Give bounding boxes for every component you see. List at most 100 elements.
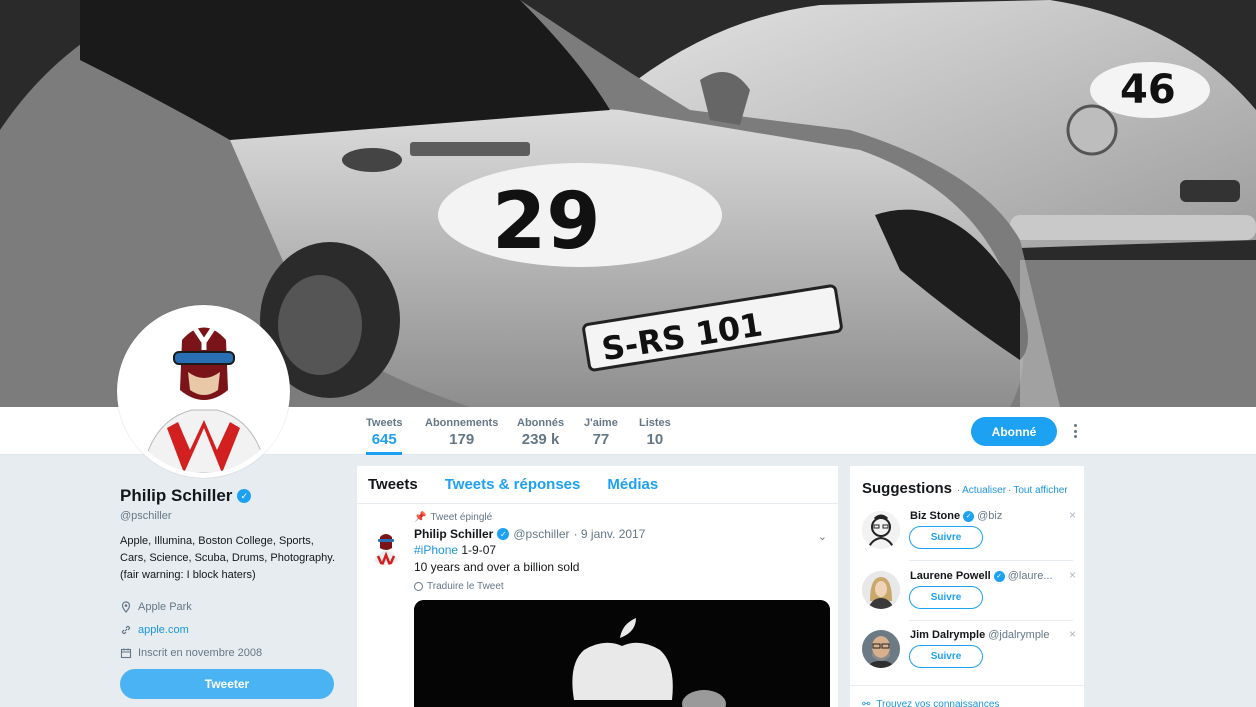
separator-dot: · (954, 485, 961, 496)
profile-location: Apple Park (120, 598, 335, 615)
avatar-image (862, 571, 900, 609)
more-options-icon[interactable] (1067, 421, 1083, 441)
suggestion-name[interactable]: Biz Stone (910, 510, 960, 522)
suggestion-handle: @laure... (1007, 570, 1053, 582)
stat-following-label: Abonnements (425, 417, 499, 429)
tab-media[interactable]: Médias (607, 476, 658, 493)
chevron-down-icon[interactable]: ⌄ (818, 530, 827, 543)
suggestions-footer-divider (850, 685, 1084, 686)
location-pin-icon (121, 600, 131, 613)
tweet-text-line2: 10 years and over a billion sold (414, 560, 580, 574)
stat-likes[interactable]: J'aime 77 (584, 417, 618, 448)
separator-dot: · (1008, 485, 1012, 496)
stat-likes-value: 77 (592, 431, 610, 448)
timeline: Tweets Tweets & réponses Médias 📌 Tweet … (356, 465, 839, 707)
suggestion-avatar[interactable] (862, 511, 900, 549)
profile-bio: Apple, Illumina, Boston College, Sports,… (120, 535, 336, 581)
apple-logo-image (414, 600, 830, 707)
follow-button[interactable]: Suivre (909, 586, 983, 609)
suggestion-item[interactable]: Biz Stone ✓ @biz Suivre × (850, 501, 1084, 561)
globe-icon (414, 582, 423, 591)
tweet-author-name[interactable]: Philip Schiller (414, 527, 493, 541)
suggestions-title: Suggestions (862, 480, 953, 497)
profile-location-text: Apple Park (138, 600, 192, 613)
tweet-avatar-image (368, 529, 404, 565)
suggestion-name-row: Laurene Powell ✓ @laure... (910, 570, 1053, 582)
stat-followers-label: Abonnés (517, 417, 565, 429)
verified-badge-icon: ✓ (963, 510, 975, 522)
stat-lists[interactable]: Listes 10 (639, 417, 671, 448)
verified-badge-icon: ✓ (237, 489, 252, 503)
refresh-link[interactable]: Actualiser (962, 485, 1006, 496)
tweet-media-image[interactable] (414, 600, 830, 707)
suggestion-handle: @biz (977, 510, 1003, 522)
avatar-image (862, 511, 900, 549)
dismiss-icon[interactable]: × (1069, 508, 1076, 522)
stat-tweets-value: 645 (371, 431, 397, 448)
dismiss-icon[interactable]: × (1069, 627, 1076, 641)
tweet-verified-icon: ✓ (497, 528, 510, 540)
tweet-text-line1: 1-9-07 (458, 543, 497, 557)
stat-lists-label: Listes (639, 417, 671, 429)
calendar-icon (120, 648, 132, 658)
suggestion-name[interactable]: Laurene Powell (910, 570, 991, 582)
translate-tweet-label: Traduire le Tweet (427, 581, 504, 592)
stat-following-value: 179 (449, 431, 475, 448)
profile-name-row: Philip Schiller ✓ (120, 486, 335, 506)
tweet-author-handle[interactable]: @pschiller (513, 527, 569, 541)
tweet-date[interactable]: · 9 janv. 2017 (574, 527, 646, 541)
pinned-label: Tweet épinglé (430, 512, 493, 523)
pinned-label-row: 📌 Tweet épinglé (414, 512, 826, 523)
tweet-hashtag[interactable]: #iPhone (414, 543, 458, 557)
profile-name: Philip Schiller (120, 486, 233, 505)
stat-following[interactable]: Abonnements 179 (425, 417, 498, 448)
profile-joined-text: Inscrit en novembre 2008 (138, 646, 263, 659)
suggestion-handle: @jdalrymple (988, 629, 1050, 641)
view-all-link[interactable]: Tout afficher (1013, 485, 1067, 496)
banner-number-front: 29 (492, 177, 601, 267)
tweet-header: Philip Schiller ✓ @pschiller · 9 janv. 2… (414, 527, 826, 541)
suggestions-header: Suggestions · Actualiser · Tout afficher (850, 466, 1084, 497)
contacts-icon: ⚯ (862, 699, 871, 707)
verified-badge-icon: ✓ (993, 570, 1005, 582)
suggestion-item[interactable]: Jim Dalrymple @jdalrymple Suivre × (850, 620, 1084, 680)
stat-followers-value: 239 k (521, 431, 560, 448)
tab-tweets[interactable]: Tweets (368, 476, 418, 493)
suggestion-name-row: Jim Dalrymple @jdalrymple (910, 629, 1050, 641)
profile-handle[interactable]: @pschiller (120, 510, 335, 522)
pin-icon: 📌 (414, 512, 427, 523)
dismiss-icon[interactable]: × (1069, 568, 1076, 582)
suggestion-avatar[interactable] (862, 571, 900, 609)
tweet-to-button[interactable]: Tweeter (120, 669, 334, 699)
tweet-text: #iPhone 1-9-07 10 years and over a billi… (414, 542, 826, 576)
follow-button[interactable]: Suivre (909, 645, 983, 668)
timeline-tabs: Tweets Tweets & réponses Médias (357, 466, 838, 504)
stat-lists-value: 10 (646, 431, 664, 448)
find-contacts-label: Trouvez vos connaissances (876, 699, 1000, 707)
stat-tweets-label: Tweets (366, 417, 403, 429)
stat-tweets[interactable]: Tweets 645 (366, 417, 403, 455)
pinned-tweet[interactable]: 📌 Tweet épinglé Philip Schiller ✓ @pschi… (357, 504, 838, 707)
suggestion-avatar[interactable] (862, 630, 900, 668)
profile-card: Philip Schiller ✓ @pschiller Apple, Illu… (120, 486, 335, 661)
tweet-author-avatar[interactable] (368, 529, 404, 565)
profile-website-link[interactable]: apple.com (138, 624, 189, 636)
suggestion-item[interactable]: Laurene Powell ✓ @laure... Suivre × (850, 561, 1084, 621)
suggestion-name-row: Biz Stone ✓ @biz (910, 510, 1002, 522)
find-contacts-link[interactable]: ⚯ Trouvez vos connaissances (862, 699, 999, 707)
tab-tweets-replies[interactable]: Tweets & réponses (445, 476, 581, 493)
profile-avatar[interactable] (117, 305, 290, 478)
follow-button[interactable]: Suivre (909, 526, 983, 549)
stat-followers[interactable]: Abonnés 239 k (517, 417, 564, 448)
suggestions-panel: Suggestions · Actualiser · Tout afficher… (849, 465, 1085, 707)
stat-likes-label: J'aime (584, 417, 618, 429)
avatar-image (862, 630, 900, 668)
suggestion-name[interactable]: Jim Dalrymple (910, 629, 985, 641)
following-button[interactable]: Abonné (971, 417, 1057, 446)
link-icon (121, 625, 131, 634)
avatar-image (122, 310, 285, 473)
banner-number-back: 46 (1120, 67, 1176, 113)
profile-website: apple.com (120, 621, 335, 638)
translate-tweet[interactable]: Traduire le Tweet (414, 581, 826, 592)
profile-joined: Inscrit en novembre 2008 (120, 644, 335, 661)
